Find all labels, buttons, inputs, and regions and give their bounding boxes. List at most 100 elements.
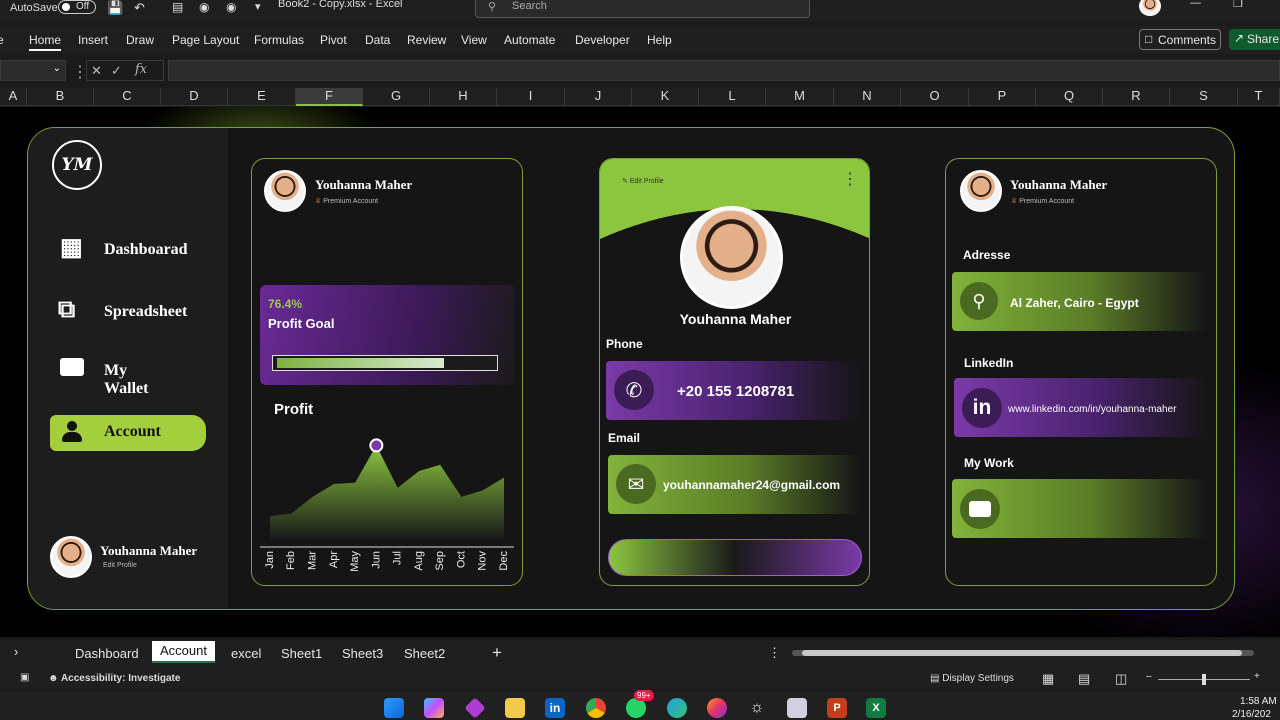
phone-tile[interactable]: ✆ +20 155 1208781 bbox=[606, 361, 861, 420]
windows-start-icon[interactable] bbox=[384, 698, 404, 718]
horizontal-scrollbar[interactable] bbox=[792, 650, 1254, 656]
tab-data[interactable]: Data bbox=[365, 33, 390, 47]
chrome-icon[interactable] bbox=[586, 698, 606, 718]
more-vertical-icon[interactable]: ⋮ bbox=[842, 169, 858, 189]
more-icon[interactable]: ⋮ bbox=[768, 645, 781, 661]
zoom-out-icon[interactable]: – bbox=[1146, 671, 1152, 682]
tab-review[interactable]: Review bbox=[407, 33, 446, 47]
sidebar-item-account[interactable]: Account bbox=[50, 415, 206, 451]
comments-button[interactable]: □ Comments bbox=[1139, 29, 1221, 50]
sheet-tab-sheet1[interactable]: Sheet1 bbox=[281, 646, 322, 661]
powerpoint-icon[interactable]: P bbox=[827, 698, 847, 718]
location-pin-icon: ⚲ bbox=[960, 282, 998, 320]
my-work-tile[interactable] bbox=[952, 479, 1207, 538]
customize-icon[interactable]: ▾ bbox=[255, 0, 261, 13]
zoom-slider[interactable] bbox=[1158, 674, 1250, 685]
folder-icon[interactable] bbox=[505, 698, 525, 718]
macro-icon[interactable]: ▣ bbox=[20, 672, 29, 683]
edit-profile-link[interactable]: ✎ Edit Profile bbox=[622, 177, 664, 185]
column-header-O[interactable]: O bbox=[901, 88, 969, 106]
edge-icon[interactable] bbox=[667, 698, 687, 718]
tab-formulas[interactable]: Formulas bbox=[254, 33, 304, 47]
tab-home[interactable]: Home bbox=[29, 33, 62, 51]
page-break-icon[interactable]: ◫ bbox=[1115, 671, 1127, 687]
zoom-slider-thumb[interactable] bbox=[1202, 674, 1206, 685]
check-icon[interactable]: ✓ bbox=[111, 63, 122, 79]
display-settings[interactable]: ▤ Display Settings bbox=[930, 673, 1014, 684]
add-sheet-icon[interactable]: + bbox=[492, 643, 502, 663]
record2-icon[interactable]: ◉ bbox=[226, 0, 236, 14]
sheet-tab-account[interactable]: Account bbox=[152, 641, 215, 663]
tab-page-layout[interactable]: Page Layout bbox=[172, 33, 239, 47]
file-tab-edge[interactable]: e bbox=[0, 33, 4, 47]
formula-input[interactable] bbox=[168, 60, 1280, 81]
account-avatar[interactable] bbox=[1139, 0, 1161, 16]
chevron-right-icon[interactable]: › bbox=[14, 644, 18, 659]
minimize-icon[interactable]: — bbox=[1190, 0, 1201, 9]
tab-help[interactable]: Help bbox=[647, 33, 672, 47]
tab-insert[interactable]: Insert bbox=[78, 33, 108, 47]
undo-icon[interactable]: ↶ bbox=[134, 0, 145, 16]
sheet-tab-excel[interactable]: excel bbox=[231, 646, 261, 661]
action-button[interactable] bbox=[608, 539, 862, 576]
fx-icon[interactable]: fx bbox=[135, 62, 147, 77]
worksheet[interactable]: YM ▦ Dashboarad ⧉ Spreadsheet My Wallet … bbox=[0, 107, 1280, 637]
cancel-icon[interactable]: ✕ bbox=[91, 63, 102, 79]
email-tile[interactable]: ✉ youhannamaher24@gmail.com bbox=[608, 455, 861, 514]
column-header-G[interactable]: G bbox=[363, 88, 430, 106]
zoom-in-icon[interactable]: + bbox=[1254, 671, 1260, 682]
restore-icon[interactable]: ❐ bbox=[1233, 0, 1243, 10]
column-header-J[interactable]: J bbox=[565, 88, 632, 106]
firefox-icon[interactable] bbox=[707, 698, 727, 718]
column-header-L[interactable]: L bbox=[699, 88, 766, 106]
clock-date[interactable]: 2/16/202 bbox=[1232, 709, 1271, 720]
tab-pivot[interactable]: Pivot bbox=[320, 33, 347, 47]
column-header-P[interactable]: P bbox=[969, 88, 1036, 106]
clock-time[interactable]: 1:58 AM bbox=[1240, 696, 1277, 707]
normal-view-icon[interactable]: ▦ bbox=[1042, 671, 1054, 687]
column-header-B[interactable]: B bbox=[27, 88, 94, 106]
sheet-tab-sheet2[interactable]: Sheet2 bbox=[404, 646, 445, 661]
accessibility-status[interactable]: ☻ Accessibility: Investigate bbox=[48, 673, 180, 684]
column-header-D[interactable]: D bbox=[161, 88, 228, 106]
linkedin-url[interactable]: www.linkedin.com/in/youhanna-maher bbox=[1008, 404, 1176, 415]
address-tile[interactable]: ⚲ Al Zaher, Cairo - Egypt bbox=[952, 272, 1207, 331]
edit-profile-link[interactable]: Edit Profile bbox=[103, 562, 137, 569]
record-icon[interactable]: ◉ bbox=[199, 0, 209, 14]
tab-automate[interactable]: Automate bbox=[504, 33, 555, 47]
column-header-M[interactable]: M bbox=[766, 88, 834, 106]
form-icon[interactable]: ▤ bbox=[172, 0, 183, 14]
linkedin-tile[interactable]: in www.linkedin.com/in/youhanna-maher bbox=[954, 378, 1209, 437]
tab-view[interactable]: View bbox=[461, 33, 487, 47]
column-header-E[interactable]: E bbox=[228, 88, 296, 106]
copilot-icon[interactable] bbox=[424, 698, 444, 718]
share-button[interactable]: ↗ Share bbox=[1229, 29, 1280, 50]
search-box[interactable]: ⚲ Search bbox=[475, 0, 810, 18]
column-header-C[interactable]: C bbox=[94, 88, 161, 106]
column-header-F[interactable]: F bbox=[296, 88, 363, 106]
page-layout-icon[interactable]: ▤ bbox=[1078, 671, 1090, 687]
tab-developer[interactable]: Developer bbox=[575, 33, 630, 47]
excel-icon[interactable]: X bbox=[866, 698, 886, 718]
settings-icon[interactable]: ☼ bbox=[747, 698, 767, 718]
column-header-S[interactable]: S bbox=[1170, 88, 1238, 106]
autosave-toggle[interactable]: Off bbox=[58, 0, 96, 14]
app-icon[interactable] bbox=[787, 698, 807, 718]
whatsapp-icon[interactable]: 99+ bbox=[626, 690, 654, 718]
column-header-H[interactable]: H bbox=[430, 88, 497, 106]
column-header-I[interactable]: I bbox=[497, 88, 565, 106]
power-apps-icon[interactable] bbox=[464, 697, 486, 719]
scrollbar-thumb[interactable] bbox=[802, 650, 1242, 656]
save-icon[interactable]: 💾 bbox=[107, 0, 123, 16]
column-header-A[interactable]: A bbox=[0, 88, 27, 106]
sheet-tab-dashboard[interactable]: Dashboard bbox=[75, 646, 139, 661]
sheet-tab-sheet3[interactable]: Sheet3 bbox=[342, 646, 383, 661]
linkedin-app-icon[interactable]: in bbox=[545, 698, 565, 718]
column-header-Q[interactable]: Q bbox=[1036, 88, 1103, 106]
column-header-N[interactable]: N bbox=[834, 88, 901, 106]
column-header-R[interactable]: R bbox=[1103, 88, 1170, 106]
column-header-T[interactable]: T bbox=[1238, 88, 1280, 106]
name-box[interactable]: ⌄ bbox=[0, 60, 66, 81]
column-header-K[interactable]: K bbox=[632, 88, 699, 106]
tab-draw[interactable]: Draw bbox=[126, 33, 154, 47]
